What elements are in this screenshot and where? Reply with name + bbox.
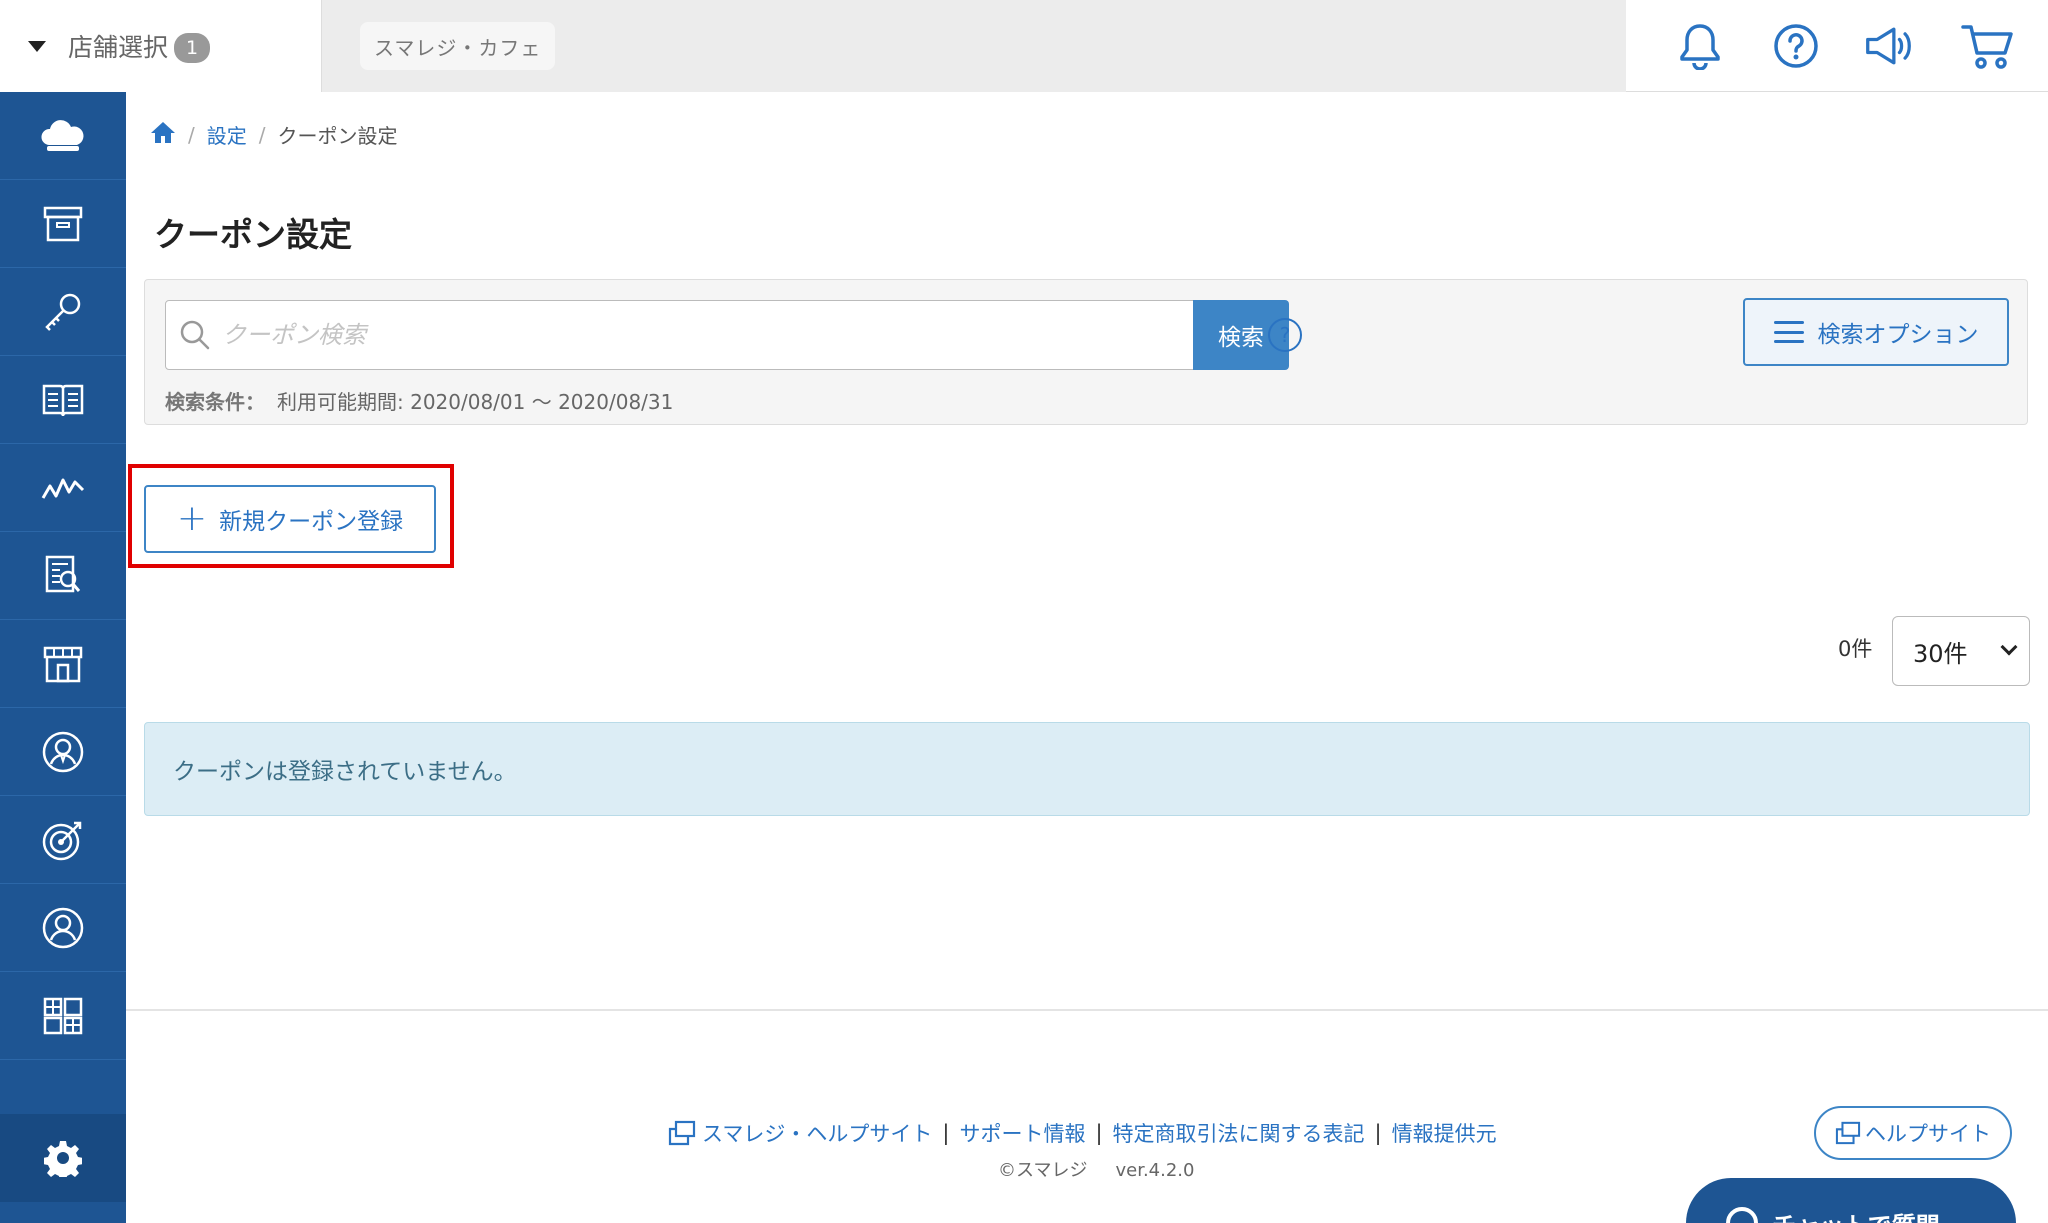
copyright: ©スマレジ ver.4.2.0 bbox=[998, 1156, 1194, 1182]
chat-label: チャットで質問 bbox=[1772, 1206, 1940, 1223]
sidebar-item-customer[interactable] bbox=[0, 708, 126, 796]
search-help-icon[interactable]: ? bbox=[1268, 318, 1302, 352]
footer-separator: | bbox=[1095, 1121, 1103, 1145]
footer-separator: | bbox=[1374, 1121, 1382, 1145]
footer-link-legal[interactable]: 特定商取引法に関する表記 bbox=[1113, 1118, 1365, 1148]
sidebar bbox=[0, 92, 126, 1223]
gear-icon bbox=[44, 1141, 82, 1177]
empty-list-message: クーポンは登録されていません。 bbox=[144, 722, 2030, 816]
per-page-select[interactable]: 30件 bbox=[1892, 616, 2030, 686]
store-select-label: 店舗選択 bbox=[68, 33, 169, 62]
home-icon[interactable] bbox=[150, 120, 176, 149]
breadcrumb: / 設定 / クーポン設定 bbox=[150, 120, 398, 149]
sidebar-item-analytics[interactable] bbox=[0, 444, 126, 532]
search-icon bbox=[180, 320, 210, 350]
footer-link-support[interactable]: サポート情報 bbox=[959, 1118, 1085, 1148]
footer-link-provider[interactable]: 情報提供元 bbox=[1392, 1118, 1497, 1148]
store-name-chip: スマレジ・カフェ bbox=[360, 22, 556, 70]
caret-down-icon bbox=[28, 40, 46, 52]
chevron-down-icon bbox=[2000, 638, 2018, 656]
new-coupon-label: 新規クーポン登録 bbox=[219, 509, 404, 535]
top-bar: 店舗選択 1 スマレジ・カフェ bbox=[0, 0, 2048, 92]
search-panel: 検索 ? 検索オプション 検索条件：利用可能期間: 2020/08/01 〜 2… bbox=[144, 279, 2028, 425]
breadcrumb-settings-link[interactable]: 設定 bbox=[207, 120, 247, 149]
plus-icon: + bbox=[176, 498, 208, 539]
bell-icon[interactable] bbox=[1672, 18, 1728, 74]
breadcrumb-separator: / bbox=[258, 122, 266, 147]
search-condition-label: 検索条件： bbox=[165, 390, 265, 414]
sidebar-item-apps[interactable] bbox=[0, 972, 126, 1060]
chat-icon bbox=[1726, 1207, 1758, 1223]
report-icon bbox=[45, 555, 81, 592]
megaphone-icon[interactable] bbox=[1864, 18, 1920, 74]
customer-icon bbox=[42, 731, 84, 772]
help-site-label: ヘルプサイト bbox=[1865, 1122, 1991, 1146]
store-icon bbox=[43, 646, 83, 682]
user-icon bbox=[42, 907, 84, 948]
archive-icon bbox=[43, 206, 83, 241]
grid-icon bbox=[43, 997, 83, 1034]
chart-icon bbox=[41, 478, 85, 499]
search-field[interactable] bbox=[165, 300, 1195, 370]
chat-button[interactable]: チャットで質問 bbox=[1686, 1178, 2016, 1223]
store-count-badge: 1 bbox=[174, 33, 211, 63]
key-icon bbox=[45, 293, 81, 331]
footer-link-help-site[interactable]: スマレジ・ヘルプサイト bbox=[702, 1118, 932, 1148]
sidebar-item-key[interactable] bbox=[0, 268, 126, 356]
per-page-value: 30件 bbox=[1913, 639, 1968, 668]
breadcrumb-current: クーポン設定 bbox=[277, 124, 398, 148]
main-content: / 設定 / クーポン設定 クーポン設定 検索 ? 検索オプション 検索条件：利… bbox=[126, 92, 2048, 1223]
book-icon bbox=[42, 384, 84, 416]
search-options-label: 検索オプション bbox=[1817, 322, 1979, 348]
page-title: クーポン設定 bbox=[154, 215, 352, 254]
search-options-button[interactable]: 検索オプション bbox=[1743, 298, 2009, 366]
menu-icon bbox=[1773, 321, 1804, 343]
footer-divider bbox=[126, 1009, 2048, 1011]
store-select-dropdown[interactable]: 店舗選択 1 bbox=[0, 0, 322, 92]
sidebar-item-archive[interactable] bbox=[0, 180, 126, 268]
result-count: 0件 bbox=[1838, 637, 1873, 661]
search-condition: 検索条件： 利用可能期間: 2020/08/01 〜 2020/08/31 bbox=[165, 386, 673, 415]
breadcrumb-separator: / bbox=[188, 122, 195, 147]
target-icon bbox=[42, 821, 82, 860]
copyright-text: ©スマレジ bbox=[998, 1160, 1088, 1181]
version-text: ver.4.2.0 bbox=[1115, 1160, 1195, 1181]
store-name-area: スマレジ・カフェ bbox=[322, 0, 1626, 92]
cart-icon[interactable] bbox=[1960, 18, 2016, 74]
sidebar-item-cloud[interactable] bbox=[0, 92, 126, 180]
sidebar-item-report[interactable] bbox=[0, 532, 126, 620]
sidebar-item-target[interactable] bbox=[0, 796, 126, 884]
sidebar-item-settings[interactable] bbox=[0, 1114, 126, 1202]
help-site-button[interactable]: ヘルプサイト bbox=[1814, 1106, 2012, 1160]
footer-links: スマレジ・ヘルプサイト | サポート情報 | 特定商取引法に関する表記 | 情報… bbox=[668, 1118, 1497, 1148]
top-icon-group bbox=[1626, 0, 2048, 92]
search-condition-value: 利用可能期間: 2020/08/01 〜 2020/08/31 bbox=[277, 390, 674, 414]
search-input[interactable] bbox=[222, 321, 1142, 349]
new-coupon-button[interactable]: + 新規クーポン登録 bbox=[144, 485, 436, 553]
sidebar-item-user[interactable] bbox=[0, 884, 126, 972]
footer-separator: | bbox=[942, 1121, 950, 1145]
sidebar-item-book[interactable] bbox=[0, 356, 126, 444]
help-icon[interactable] bbox=[1768, 18, 1824, 74]
external-link-icon bbox=[668, 1120, 696, 1146]
external-link-icon bbox=[1835, 1121, 1861, 1145]
cloud-icon bbox=[41, 119, 84, 151]
sidebar-item-store[interactable] bbox=[0, 620, 126, 708]
